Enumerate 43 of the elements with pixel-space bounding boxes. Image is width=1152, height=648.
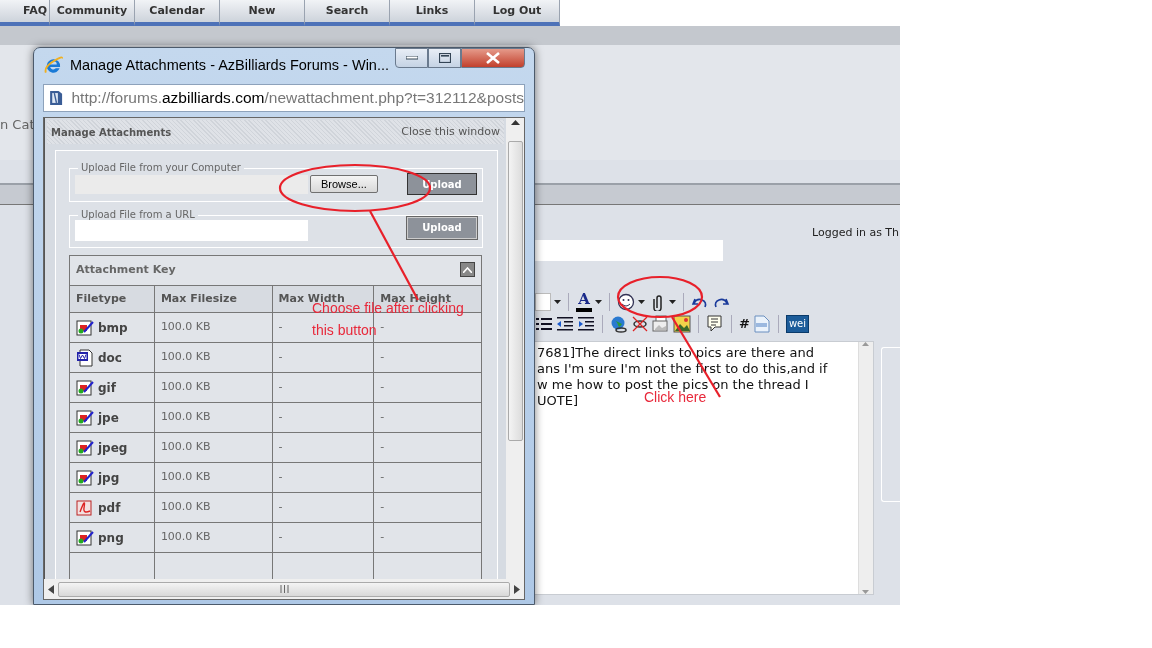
table-cell: 100.0 KB — [154, 432, 273, 463]
group-legend: Upload File from your Computer — [78, 162, 244, 174]
table-cell: - — [373, 492, 482, 523]
table-cell: 100.0 KB — [154, 522, 273, 553]
table-cell: - — [272, 462, 374, 493]
table-cell: - — [272, 492, 374, 523]
table-cell: - — [272, 432, 374, 463]
category-text: n Cat — [0, 117, 35, 132]
filetype-text: png — [98, 529, 124, 547]
table-title: Attachment Key — [76, 263, 176, 277]
table-cell: - — [373, 342, 482, 373]
table-cell: - — [373, 372, 482, 403]
column-header: Filetype — [69, 285, 155, 313]
table-cell: - — [373, 402, 482, 433]
group-legend: Upload File from a URL — [78, 209, 198, 221]
filetype-text: doc — [98, 349, 122, 367]
table-cell: - — [373, 522, 482, 553]
table-cell: 100.0 KB — [154, 492, 273, 523]
table-cell: - — [373, 432, 482, 463]
table-cell: 100.0 KB — [154, 402, 273, 433]
logged-in-text: Logged in as Th — [812, 226, 900, 239]
filetype-text: pdf — [98, 499, 121, 517]
window-title: Manage Attachments - AzBilliards Forums - Win... — [69, 56, 389, 76]
editor-text-line: 7681]The direct links to pics are there and — [537, 344, 814, 361]
filetype-text: bmp — [98, 319, 128, 337]
table-cell: 100.0 KB — [154, 462, 273, 493]
table-cell: 100.0 KB — [154, 372, 273, 403]
table-cell: - — [272, 522, 374, 553]
table-cell: - — [272, 342, 374, 373]
address-text: http://forums.azbilliards.com/newattachment.php?t=312112&posts — [71, 88, 524, 109]
filetype-text: jpg — [98, 469, 120, 487]
table-cell: 100.0 KB — [154, 342, 273, 373]
table-cell: - — [272, 402, 374, 433]
editor-text-line: UOTE] — [537, 392, 578, 409]
filetype-text: jpe — [98, 409, 119, 427]
table-cell: 100.0 KB — [154, 312, 273, 343]
page-heading: Manage Attachments — [51, 125, 172, 140]
table-cell: - — [272, 372, 374, 403]
table-cell: - — [373, 462, 482, 493]
column-header: Max Filesize — [154, 285, 273, 313]
annotation-text: Click here — [644, 389, 707, 405]
filetype-text: gif — [98, 379, 116, 397]
filetype-text: jpeg — [98, 439, 128, 457]
